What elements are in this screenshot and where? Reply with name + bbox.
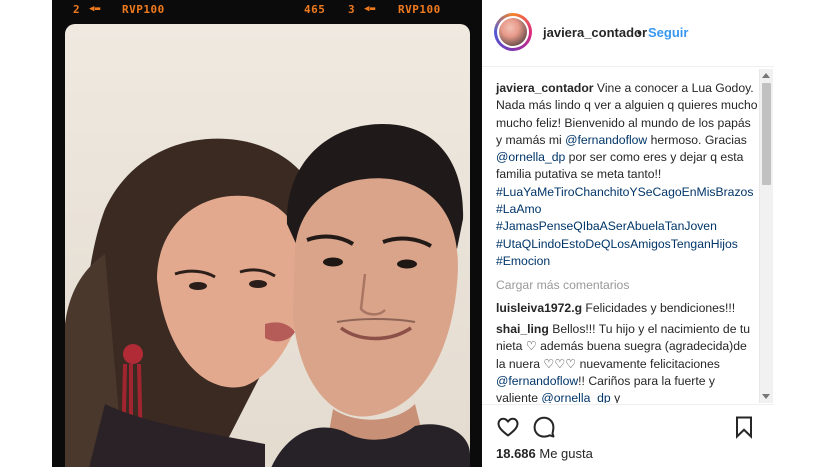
likes-count[interactable]: 18.686 Me gusta: [496, 446, 593, 461]
film-strip-border: 2 ◀▬ RVP100 465 3 ◀▬ RVP100: [52, 0, 482, 20]
comment-text: Felicidades y bendiciones!!!: [582, 301, 736, 315]
mention-link[interactable]: @fernandoflow: [565, 133, 647, 147]
film-count: 465: [304, 3, 326, 16]
post-photo-panel: 2 ◀▬ RVP100 465 3 ◀▬ RVP100: [52, 0, 482, 467]
mention-link[interactable]: @ornella_dp: [496, 150, 565, 164]
caption: javiera_contador Vine a conocer a Lua Go…: [496, 80, 758, 270]
post-sidebar: javiera_contador • Seguir javiera_contad…: [482, 0, 830, 467]
follow-button[interactable]: Seguir: [648, 25, 688, 40]
film-frame-number-left: 2: [73, 3, 81, 16]
post-photo[interactable]: [65, 24, 470, 467]
comments-area[interactable]: javiera_contador Vine a conocer a Lua Go…: [482, 67, 772, 403]
header-username-link[interactable]: javiera_contador: [543, 25, 647, 40]
likes-number: 18.686: [496, 446, 536, 461]
film-brand-left: RVP100: [122, 3, 165, 16]
comments-scrollbar[interactable]: [759, 69, 773, 403]
scroll-down-arrow-icon[interactable]: [762, 394, 770, 399]
film-frame-number-right: 3: [348, 3, 356, 16]
mention-link[interactable]: @ornella_dp: [541, 391, 610, 403]
post-header: javiera_contador • Seguir: [482, 0, 774, 67]
hashtag-link[interactable]: #JamasPenseQIbaASerAbuelaTanJoven: [496, 219, 717, 233]
film-brand-right: RVP100: [398, 3, 441, 16]
comment-username-link[interactable]: shai_ling: [496, 322, 549, 336]
film-arrow-icon: ◀▬: [364, 4, 376, 14]
film-arrow-icon: ◀▬: [89, 4, 101, 14]
scrollbar-thumb[interactable]: [762, 83, 771, 185]
comment-icon[interactable]: [532, 415, 556, 439]
avatar[interactable]: [494, 13, 532, 51]
comment: shai_ling Bellos!!! Tu hijo y el nacimie…: [496, 321, 758, 403]
photo-illustration: [65, 124, 470, 467]
header-separator: •: [637, 25, 642, 40]
hashtag-link[interactable]: #LaAmo: [496, 202, 541, 216]
comment: luisleiva1972.g Felicidades y bendicione…: [496, 300, 758, 317]
avatar-ring: [497, 16, 529, 48]
avatar-image: [499, 18, 527, 46]
mention-link[interactable]: @fernandoflow: [496, 374, 578, 388]
scroll-up-arrow-icon[interactable]: [762, 73, 770, 78]
load-more-comments-link[interactable]: Cargar más comentarios: [496, 278, 629, 292]
post-actions-bar: 18.686 Me gusta: [482, 404, 774, 468]
hashtag-link[interactable]: #LuaYaMeTiroChanchitoYSeCagoEnMisBrazos: [496, 185, 753, 199]
hashtag-link[interactable]: #Emocion: [496, 254, 550, 268]
likes-label: Me gusta: [535, 446, 593, 461]
caption-username-link[interactable]: javiera_contador: [496, 81, 594, 95]
hashtag-link[interactable]: #UtaQLindoEstoDeQLosAmigosTenganHijos: [496, 237, 738, 251]
caption-text: hermoso. Gracias: [647, 132, 747, 147]
bookmark-icon[interactable]: [732, 415, 756, 439]
comment-username-link[interactable]: luisleiva1972.g: [496, 301, 582, 315]
comment-text: y: [610, 391, 621, 403]
heart-icon[interactable]: [496, 415, 520, 439]
